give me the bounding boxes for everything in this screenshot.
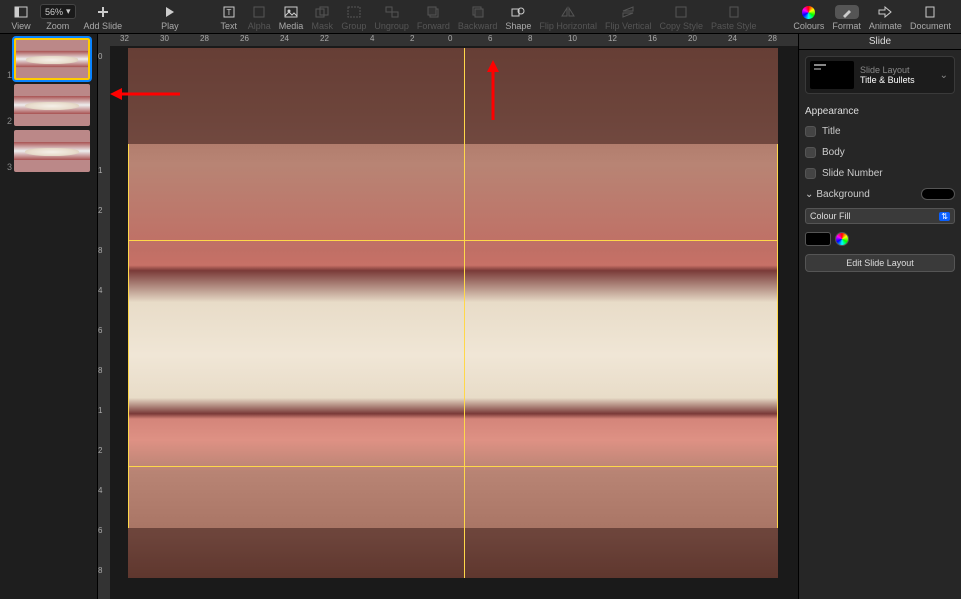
copy-style-button: Copy Style [655,5,707,31]
svg-text:T: T [226,8,231,17]
slide-thumbnail[interactable] [14,130,90,172]
alpha-icon [253,5,265,19]
ungroup-icon [385,5,399,19]
vertical-guide[interactable] [464,48,465,578]
copy-style-icon [675,5,687,19]
title-checkbox-row[interactable]: Title [805,125,955,138]
play-icon [165,5,175,19]
animate-button[interactable]: Animate [865,5,906,31]
nav-slide-2[interactable]: 2 [4,84,93,126]
annotation-arrow-left [110,87,180,101]
media-button[interactable]: Media [275,5,308,31]
flip-horizontal-button: Flip Horizontal [535,5,601,31]
crop-overlay [128,48,778,578]
ruler-horizontal: 32 30 28 26 24 22 0 2 4 6 8 10 12 16 20 … [110,34,798,46]
body-checkbox-row[interactable]: Body [805,146,955,159]
view-icon [14,5,28,19]
document-button[interactable]: Document [906,5,955,31]
section-appearance: Appearance [805,102,955,117]
play-button[interactable]: Play [155,5,185,31]
colour-wheel-icon [802,5,815,19]
select-stepper-icon: ⇅ [939,212,950,221]
slide-thumbnail[interactable] [14,38,90,80]
alpha-button: Alpha [244,5,275,31]
backward-button: Backward [454,5,502,31]
crop-guide-bottom[interactable] [128,466,778,467]
mask-button: Mask [307,5,337,31]
chevron-down-icon: ▾ [66,6,71,17]
background-row: ⌄ Background [805,188,955,200]
slide-navigator[interactable]: 1 2 3 [0,34,98,599]
crop-guide-right[interactable] [777,144,778,528]
paste-style-icon [728,5,740,19]
background-disclosure[interactable]: ⌄ Background [805,189,870,200]
shape-button[interactable]: Shape [501,5,535,31]
plus-icon [97,5,109,19]
colour-wheel-icon[interactable] [835,232,849,246]
slide-canvas[interactable] [128,48,778,578]
slide-thumbnail[interactable] [14,84,90,126]
colours-button[interactable]: Colours [789,5,828,31]
group-icon [347,5,361,19]
ungroup-button: Ungroup [370,5,413,31]
brush-icon [835,5,859,19]
zoom-value-display[interactable]: 56%▾ [40,4,76,19]
paste-style-button: Paste Style [707,5,761,31]
flip-v-icon [621,5,635,19]
chevron-down-icon: ⌄ [938,70,950,81]
add-slide-button[interactable]: Add Slide [80,5,127,31]
text-icon: T [223,5,235,19]
canvas-area[interactable]: 32 30 28 26 24 22 0 2 4 6 8 10 12 16 20 … [98,34,798,599]
shape-icon [511,5,525,19]
flip-vertical-button: Flip Vertical [601,5,656,31]
ruler-vertical: 0 1 2 8 4 6 8 1 2 4 6 8 [98,46,110,599]
animate-icon [878,5,892,19]
crop-guide-top[interactable] [128,240,778,241]
body-checkbox[interactable] [805,147,816,158]
slide-layout-selector[interactable]: Slide Layout Title & Bullets ⌄ [805,56,955,94]
layout-thumbnail-icon [810,61,854,89]
inspector-tab-slide[interactable]: Slide [799,34,961,50]
slide-number-checkbox[interactable] [805,168,816,179]
flip-h-icon [561,5,575,19]
colour-well[interactable] [805,232,831,246]
title-checkbox[interactable] [805,126,816,137]
chevron-down-icon: ⌄ [805,189,813,200]
text-button[interactable]: T Text [214,5,244,31]
crop-guide-left[interactable] [128,144,129,528]
inspector-panel: Slide Slide Layout Title & Bullets ⌄ App… [798,34,961,599]
media-icon [284,5,298,19]
group-button: Group [337,5,370,31]
edit-slide-layout-button[interactable]: Edit Slide Layout [805,254,955,272]
forward-button: Forward [413,5,454,31]
forward-icon [427,5,439,19]
background-swatch[interactable] [921,188,955,200]
zoom-control[interactable]: 56%▾ Zoom [36,4,80,31]
background-fill-select[interactable]: Colour Fill ⇅ [805,208,955,224]
view-button[interactable]: View [6,5,36,31]
slide-number-checkbox-row[interactable]: Slide Number [805,167,955,180]
annotation-arrow-up [486,60,500,120]
main-area: 1 2 3 32 30 28 26 24 22 0 2 4 6 8 10 12 [0,34,961,599]
document-icon [924,5,936,19]
toolbar: View 56%▾ Zoom Add Slide Play T Text Alp… [0,0,961,34]
ruler-corner [98,34,110,46]
backward-icon [472,5,484,19]
format-button[interactable]: Format [828,5,865,31]
mask-icon [315,5,329,19]
nav-slide-1[interactable]: 1 [4,38,93,80]
nav-slide-3[interactable]: 3 [4,130,93,172]
